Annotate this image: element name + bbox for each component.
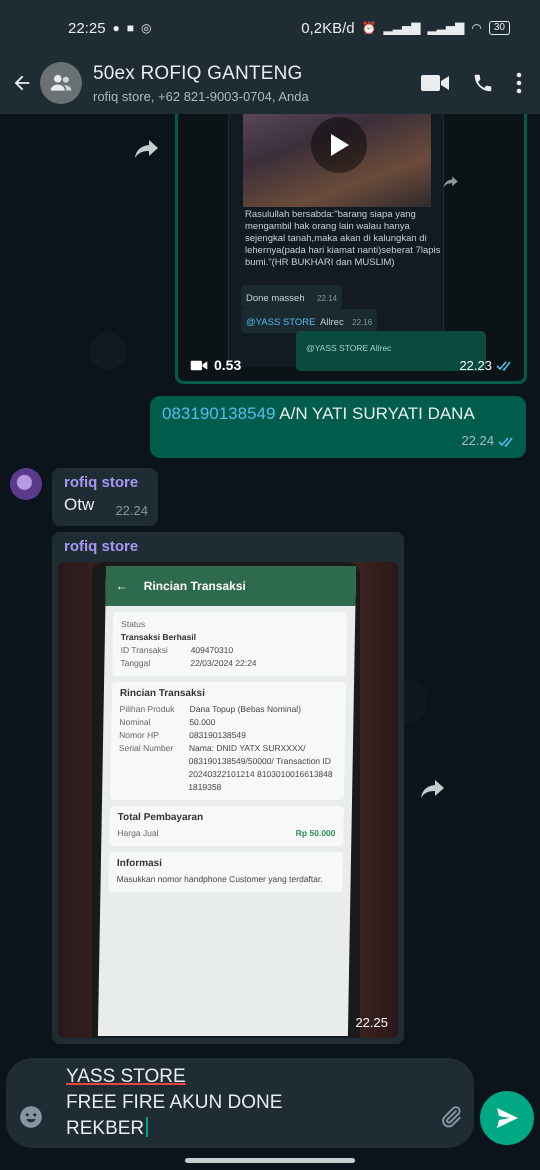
chat-messages[interactable]: Rasulullah bersabda:"barang siapa yang m…: [0, 114, 540, 1056]
chat-notification-icon: ●: [112, 21, 120, 35]
text-cursor: [146, 1117, 149, 1137]
emoji-icon: [20, 1106, 42, 1128]
status-card: Status Transaksi Berhasil ID Transaksi 40…: [112, 612, 348, 676]
embedded-done-bubble: Done masseh 22.14: [241, 285, 343, 309]
more-options-icon: [516, 72, 522, 94]
forward-button-image[interactable]: [416, 772, 450, 806]
attach-button[interactable]: [438, 1104, 464, 1130]
network-speed: 0,2KB/d: [301, 19, 355, 37]
sender-avatar[interactable]: [10, 468, 42, 500]
forward-icon: [135, 140, 158, 158]
video-duration: 0.53: [190, 357, 241, 373]
message-timestamp: 22.24: [115, 503, 148, 518]
video-timestamp: 22.23: [459, 358, 514, 373]
input-line-3: REKBER: [66, 1118, 145, 1139]
read-receipt-icon: [498, 436, 513, 447]
chat-header: 50ex ROFIQ GANTENG rofiq store, +62 821-…: [0, 52, 540, 114]
embedded-forward-icon: [440, 171, 462, 193]
back-button[interactable]: [4, 63, 40, 103]
phone-in-photo: ← Rincian Transaksi Status Transaksi Ber…: [92, 562, 360, 1038]
video-camera-icon: [190, 360, 208, 370]
instagram-notification-icon: ◎: [141, 21, 152, 35]
outgoing-text-message[interactable]: 083190138549 A/N YATI SURYATI DANA 22.24: [150, 396, 526, 458]
info-card: Informasi Masukkan nomor handphone Custo…: [108, 852, 344, 892]
send-button[interactable]: [480, 1091, 534, 1145]
paperclip-icon: [442, 1106, 461, 1128]
screen-back-icon: ←: [115, 579, 128, 593]
voice-call-icon: [474, 74, 492, 92]
chat-title: 50ex ROFIQ GANTENG: [93, 62, 303, 84]
message-timestamp: 22.25: [355, 1015, 388, 1030]
forward-button-video[interactable]: [130, 132, 164, 166]
video-notification-icon: ■: [126, 21, 135, 35]
signal-icon-2: ▂▃▅▇: [427, 21, 465, 35]
video-thumbnail[interactable]: Rasulullah bersabda:"barang siapa yang m…: [178, 114, 524, 381]
play-icon: [331, 134, 349, 156]
embedded-quote: Rasulullah bersabda:"barang siapa yang m…: [245, 209, 441, 268]
message-text: A/N YATI SURYATI DANA: [275, 404, 475, 423]
embedded-reply-bubble: @YASS STORE Allrec: [296, 331, 486, 371]
sender-name[interactable]: rofiq store: [64, 474, 146, 491]
screen-app-bar: ← Rincian Transaksi: [105, 566, 357, 606]
input-line-1: YASS STORE: [66, 1066, 186, 1087]
transaction-photo[interactable]: ← Rincian Transaksi Status Transaksi Ber…: [58, 562, 398, 1038]
video-message[interactable]: Rasulullah bersabda:"barang siapa yang m…: [175, 114, 527, 384]
embedded-mention-bubble: @YASS STORE Allrec 22.16: [241, 309, 378, 333]
forward-icon: [421, 780, 444, 798]
voice-call-button[interactable]: [472, 72, 494, 94]
total-card: Total Pembayaran Harga Jual Rp 50.000: [109, 806, 344, 846]
phone-screen: ← Rincian Transaksi Status Transaksi Ber…: [97, 566, 357, 1036]
back-arrow-icon: [14, 75, 30, 91]
more-options-button[interactable]: [516, 72, 522, 94]
video-call-button[interactable]: [420, 72, 450, 94]
send-icon: [497, 1108, 518, 1128]
message-timestamp: 22.24: [461, 430, 516, 452]
alarm-icon: ⏰: [361, 21, 377, 35]
incoming-image-message[interactable]: rofiq store ← Rincian Transaksi Status T…: [52, 532, 404, 1044]
chat-info[interactable]: 50ex ROFIQ GANTENG rofiq store, +62 821-…: [93, 63, 393, 104]
clock: 22:25: [68, 19, 106, 37]
group-avatar[interactable]: [40, 62, 82, 104]
phone-number-link[interactable]: 083190138549: [162, 404, 275, 423]
emoji-button[interactable]: [18, 1104, 44, 1130]
group-avatar-icon: [50, 74, 72, 91]
incoming-text-message[interactable]: rofiq store Otw 22.24: [52, 468, 158, 526]
gesture-navigation-bar[interactable]: [185, 1158, 355, 1163]
status-bar: 22:25 ● ■ ◎ 0,2KB/d ⏰ ▂▃▅▇ ▂▃▅▇ ◠ 30: [0, 0, 540, 56]
video-call-icon: [421, 75, 449, 91]
wifi-icon: ◠: [471, 21, 482, 35]
message-composer[interactable]: YASS STORE FREE FIRE AKUN DONE REKBER: [6, 1058, 474, 1148]
embedded-chat-screenshot: Rasulullah bersabda:"barang siapa yang m…: [228, 114, 444, 367]
sender-name[interactable]: rofiq store: [60, 538, 396, 555]
message-input[interactable]: YASS STORE FREE FIRE AKUN DONE REKBER: [66, 1064, 282, 1142]
detail-card: Rincian Transaksi Pilihan Produk Dana Top…: [110, 682, 347, 800]
battery-icon: 30: [488, 21, 510, 35]
read-receipt-icon: [496, 361, 511, 371]
input-line-2: FREE FIRE AKUN DONE: [66, 1092, 283, 1113]
play-button[interactable]: [311, 117, 367, 173]
chat-participants: rofiq store, +62 821-9003-0704, Anda: [93, 88, 309, 104]
signal-icon-1: ▂▃▅▇: [383, 21, 421, 35]
